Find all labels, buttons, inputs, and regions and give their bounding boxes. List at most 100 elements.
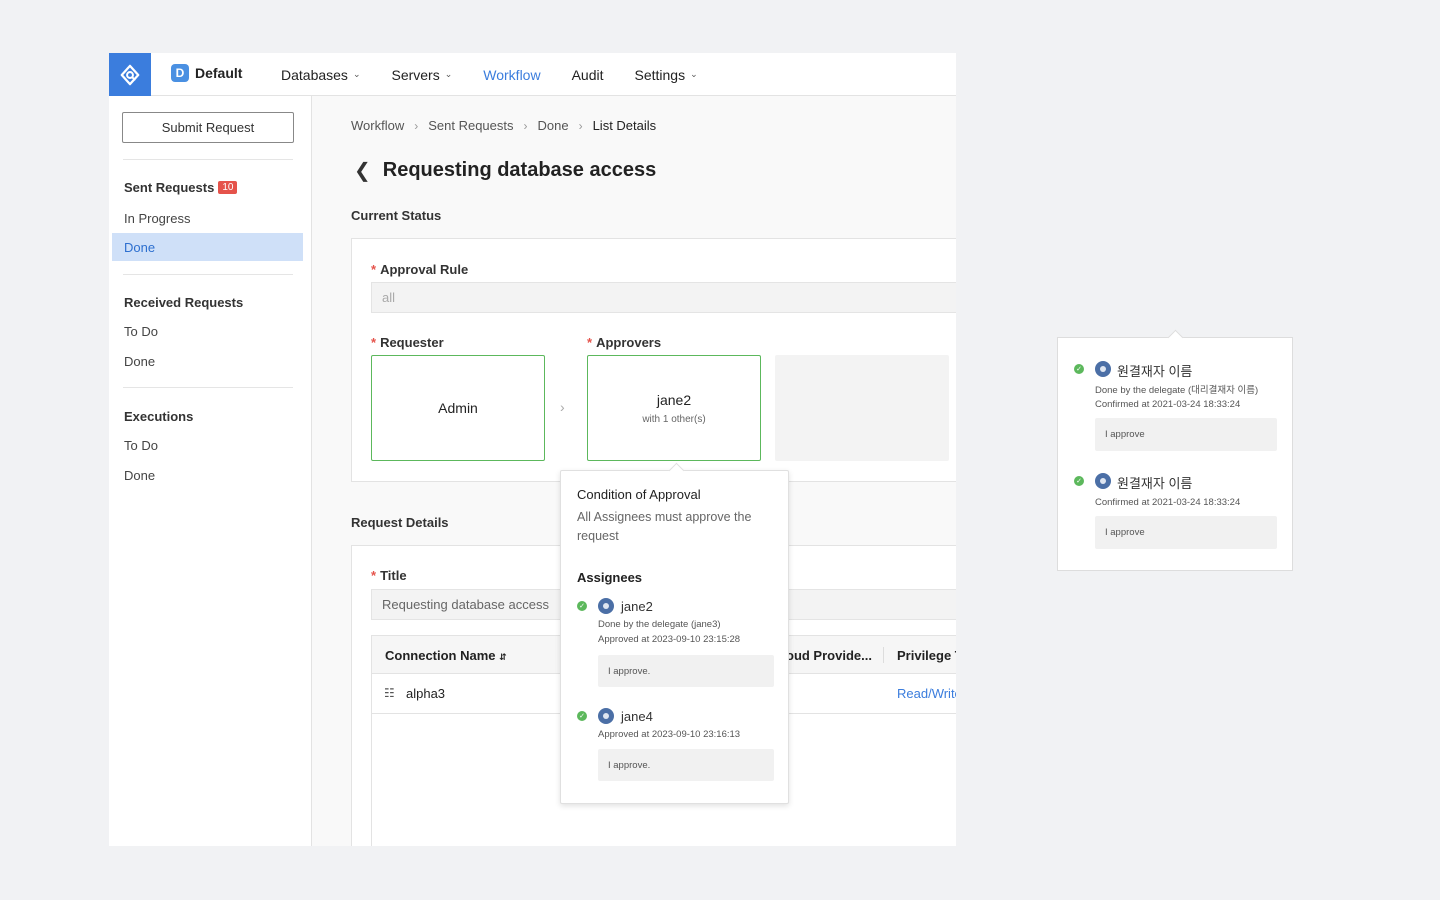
current-status-card: * Approval Rule all * Requester * Approvers… xyxy=(351,238,956,482)
divider xyxy=(123,159,293,160)
approver-name: 원결재자 이름 xyxy=(1117,476,1193,491)
avatar xyxy=(598,708,614,724)
nav-settings[interactable]: Settings ⌄ xyxy=(635,67,698,83)
page-header: ❮ Requesting database access xyxy=(354,158,656,183)
section-title-request-details: Request Details xyxy=(351,515,449,530)
submit-request-button[interactable]: Submit Request xyxy=(122,112,294,143)
connection-name: alpha3 xyxy=(406,686,446,701)
chevron-right-icon: › xyxy=(414,118,419,133)
approvers-label: * Approvers xyxy=(587,335,661,350)
label-text: Requester xyxy=(380,335,444,350)
chevron-right-icon: › xyxy=(523,118,528,133)
column-header-privilege[interactable]: Privilege T xyxy=(897,648,956,663)
assignees-heading: Assignees xyxy=(577,570,643,585)
condition-text: All Assignees must approve the request xyxy=(577,510,752,543)
breadcrumb-current: List Details xyxy=(592,118,657,133)
check-icon: ✓ xyxy=(577,601,587,611)
approver-confirmed-at: Confirmed at 2021-03-24 18:33:24 xyxy=(1095,399,1241,410)
sidebar-group-label: Sent Requests xyxy=(124,180,215,195)
column-header-connection[interactable]: Connection Name ⇵ xyxy=(385,648,507,663)
nav-servers[interactable]: Servers ⌄ xyxy=(391,67,452,83)
top-bar: D Default Databases ⌄ Servers ⌄ Workflow A… xyxy=(109,53,956,96)
privilege-link[interactable]: Read/Write xyxy=(897,686,956,701)
logo[interactable] xyxy=(109,53,151,96)
nav-label: Databases xyxy=(281,66,348,83)
sidebar-item-received-todo[interactable]: To Do xyxy=(124,324,158,339)
label-text: Approval Rule xyxy=(380,262,469,277)
page-title: Requesting database access xyxy=(382,159,657,181)
approver-name: jane2 xyxy=(656,391,692,408)
avatar xyxy=(1095,473,1111,489)
workspace-name: Default xyxy=(195,65,243,81)
approval-condition-popover: Condition of Approval All Assignees must… xyxy=(560,462,789,804)
approver-comment: I approve xyxy=(1095,516,1277,549)
approver-name: 원결재자 이름 xyxy=(1117,364,1193,379)
assignee-approved-at: Approved at 2023-09-10 23:15:28 xyxy=(598,634,741,645)
avatar xyxy=(598,598,614,614)
sidebar-item-done-selected[interactable]: Done xyxy=(112,233,303,261)
logo-icon xyxy=(120,64,140,85)
required-mark: * xyxy=(371,262,377,277)
sidebar-group-sent: Sent Requests 10 xyxy=(124,180,238,195)
main-nav: Databases ⌄ Servers ⌄ Workflow Audit Setti… xyxy=(281,53,729,96)
breadcrumb-item[interactable]: Sent Requests xyxy=(428,118,513,133)
hierarchy-icon: ☷ xyxy=(384,686,395,700)
count-badge: 10 xyxy=(218,181,238,194)
approver-others: with 1 other(s) xyxy=(642,413,706,425)
chevron-down-icon: ⌄ xyxy=(690,69,698,79)
approver-delegate: Done by the delegate (대리결재자 이름) xyxy=(1095,385,1259,396)
required-mark: * xyxy=(371,568,377,583)
nav-audit[interactable]: Audit xyxy=(572,67,604,83)
avatar xyxy=(1095,361,1111,377)
chevron-right-icon: › xyxy=(578,118,583,133)
breadcrumb-item[interactable]: Workflow xyxy=(351,118,404,133)
approver-box[interactable]: jane2 with 1 other(s) xyxy=(587,355,761,461)
label-text: Approvers xyxy=(596,335,662,350)
check-icon: ✓ xyxy=(1074,364,1084,374)
label-text: Title xyxy=(380,568,407,583)
sidebar: Submit Request Sent Requests 10 In Progr… xyxy=(109,96,312,846)
check-icon: ✓ xyxy=(577,711,587,721)
nav-label: Audit xyxy=(571,66,604,83)
chevron-down-icon: ⌄ xyxy=(352,69,361,79)
panel-arrow xyxy=(1167,329,1184,346)
section-title-current-status: Current Status xyxy=(351,208,442,223)
sort-icon: ⇵ xyxy=(499,652,507,662)
workspace-badge: D xyxy=(171,64,189,82)
chevron-down-icon: ⌄ xyxy=(444,69,453,79)
app-window: D Default Databases ⌄ Servers ⌄ Workflow A… xyxy=(109,53,956,846)
column-divider xyxy=(883,647,884,663)
breadcrumb: Workflow › Sent Requests › Done › List D… xyxy=(351,118,656,133)
divider xyxy=(123,387,293,388)
column-label: Connection Name xyxy=(385,648,496,663)
required-mark: * xyxy=(587,335,593,350)
popover-title: Condition of Approval xyxy=(577,487,701,502)
requester-box[interactable]: Admin xyxy=(371,355,545,461)
approval-rule-field[interactable]: all xyxy=(371,282,956,313)
empty-step-box xyxy=(775,355,949,461)
assignee-comment: I approve. xyxy=(598,749,774,781)
sidebar-item-executions-done[interactable]: Done xyxy=(124,468,155,483)
sidebar-item-executions-todo[interactable]: To Do xyxy=(124,438,158,453)
check-icon: ✓ xyxy=(1074,476,1084,486)
assignee-name: jane4 xyxy=(621,709,653,724)
back-arrow-icon[interactable]: ❮ xyxy=(354,158,371,183)
assignee-comment: I approve. xyxy=(598,655,774,687)
divider xyxy=(123,274,293,275)
breadcrumb-item[interactable]: Done xyxy=(538,118,569,133)
chevron-right-icon: › xyxy=(560,399,565,415)
sidebar-group-executions: Executions xyxy=(124,409,193,424)
title-label: * Title xyxy=(371,568,407,583)
sidebar-group-label: Received Requests xyxy=(124,295,244,310)
nav-label: Servers xyxy=(391,66,440,83)
approver-detail-panel: ✓ 원결재자 이름 Done by the delegate (대리결재자 이름… xyxy=(1057,329,1293,571)
sidebar-item-in-progress[interactable]: In Progress xyxy=(124,211,190,226)
workspace-switcher[interactable]: D Default xyxy=(171,64,242,82)
sidebar-item-received-done[interactable]: Done xyxy=(124,354,155,369)
approver-comment: I approve xyxy=(1095,418,1277,451)
sidebar-group-label: Executions xyxy=(124,409,194,424)
approval-rule-label: * Approval Rule xyxy=(371,262,468,277)
column-header-cloud-provider[interactable]: oud Provide... xyxy=(786,648,872,663)
nav-workflow[interactable]: Workflow xyxy=(483,67,540,83)
nav-databases[interactable]: Databases ⌄ xyxy=(281,67,360,83)
